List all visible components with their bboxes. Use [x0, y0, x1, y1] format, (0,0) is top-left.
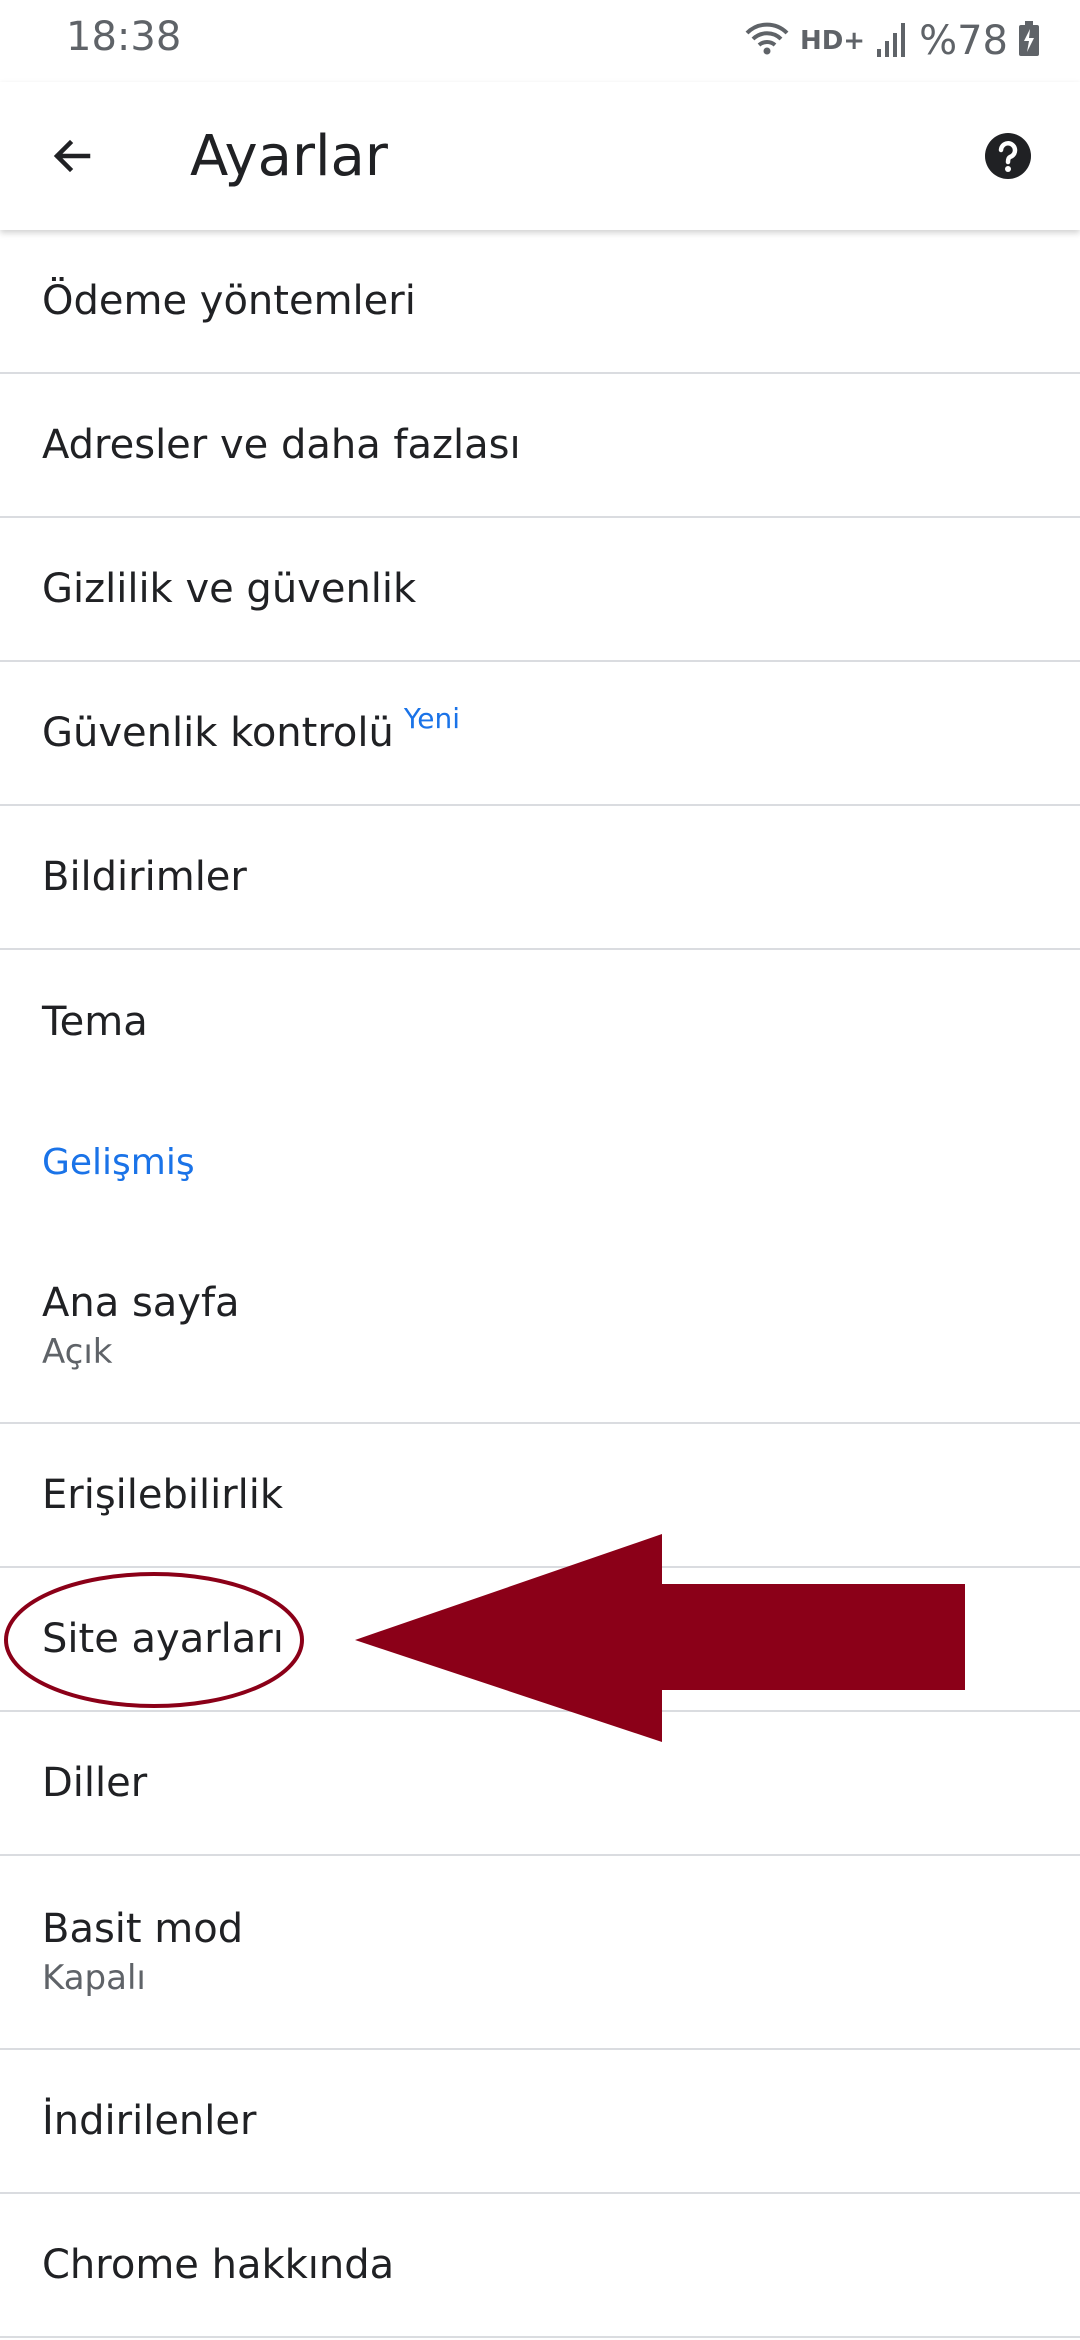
- settings-item-lite-mode[interactable]: Basit mod Kapalı: [0, 1856, 1080, 2050]
- settings-item-notifications[interactable]: Bildirimler: [0, 806, 1080, 950]
- status-bar: 18:38 HD+ %78: [0, 0, 1080, 82]
- settings-item-addresses[interactable]: Adresler ve daha fazlası: [0, 374, 1080, 518]
- settings-item-label: Bildirimler: [42, 854, 247, 900]
- settings-item-accessibility[interactable]: Erişilebilirlik: [0, 1424, 1080, 1568]
- settings-item-downloads[interactable]: İndirilenler: [0, 2050, 1080, 2194]
- settings-item-label: Tema: [42, 999, 148, 1045]
- battery-percent: %78: [919, 18, 1008, 64]
- settings-item-label: Site ayarları: [42, 1616, 284, 1662]
- section-header-advanced: Gelişmiş: [42, 1141, 195, 1183]
- battery-charging-icon: [1018, 20, 1040, 62]
- settings-item-label: Ödeme yöntemleri: [42, 278, 416, 324]
- settings-item-payment-methods[interactable]: Ödeme yöntemleri: [0, 230, 1080, 374]
- settings-item-site-settings[interactable]: Site ayarları: [0, 1568, 1080, 1712]
- settings-item-theme[interactable]: Tema: [0, 950, 1080, 1094]
- settings-item-label: Diller: [42, 1760, 148, 1806]
- settings-item-label-group: Güvenlik kontrolü Yeni: [42, 702, 1080, 756]
- network-type-label: HD+: [799, 26, 866, 56]
- back-button[interactable]: [30, 116, 114, 200]
- help-circle-icon: [983, 131, 1033, 186]
- settings-item-homepage[interactable]: Ana sayfa Açık: [0, 1230, 1080, 1424]
- settings-item-label: Ana sayfa: [42, 1280, 240, 1326]
- help-button[interactable]: [966, 116, 1050, 200]
- wifi-icon: [744, 19, 790, 64]
- settings-item-label: Erişilebilirlik: [42, 1472, 284, 1518]
- settings-item-label: İndirilenler: [42, 2098, 257, 2144]
- settings-item-label: Gizlilik ve güvenlik: [42, 566, 417, 612]
- status-time: 18:38: [66, 14, 182, 60]
- settings-item-safety-check[interactable]: Güvenlik kontrolü Yeni: [0, 662, 1080, 806]
- settings-item-summary: Kapalı: [42, 1958, 146, 1998]
- new-badge: Yeni: [403, 702, 460, 735]
- settings-item-label: Basit mod: [42, 1906, 244, 1952]
- settings-list: Ödeme yöntemleri Adresler ve daha fazlas…: [0, 230, 1080, 2338]
- settings-item-privacy[interactable]: Gizlilik ve güvenlik: [0, 518, 1080, 662]
- settings-item-languages[interactable]: Diller: [0, 1712, 1080, 1856]
- settings-item-label: Chrome hakkında: [42, 2242, 395, 2288]
- page-title: Ayarlar: [190, 124, 388, 189]
- settings-item-label: Güvenlik kontrolü: [42, 710, 394, 756]
- app-bar: Ayarlar: [0, 82, 1080, 230]
- signal-icon: [875, 19, 909, 64]
- settings-item-about-chrome[interactable]: Chrome hakkında: [0, 2194, 1080, 2338]
- arrow-back-icon: [48, 132, 96, 185]
- settings-item-label: Adresler ve daha fazlası: [42, 422, 521, 468]
- status-icons: HD+ %78: [744, 16, 1040, 66]
- settings-item-summary: Açık: [42, 1332, 113, 1372]
